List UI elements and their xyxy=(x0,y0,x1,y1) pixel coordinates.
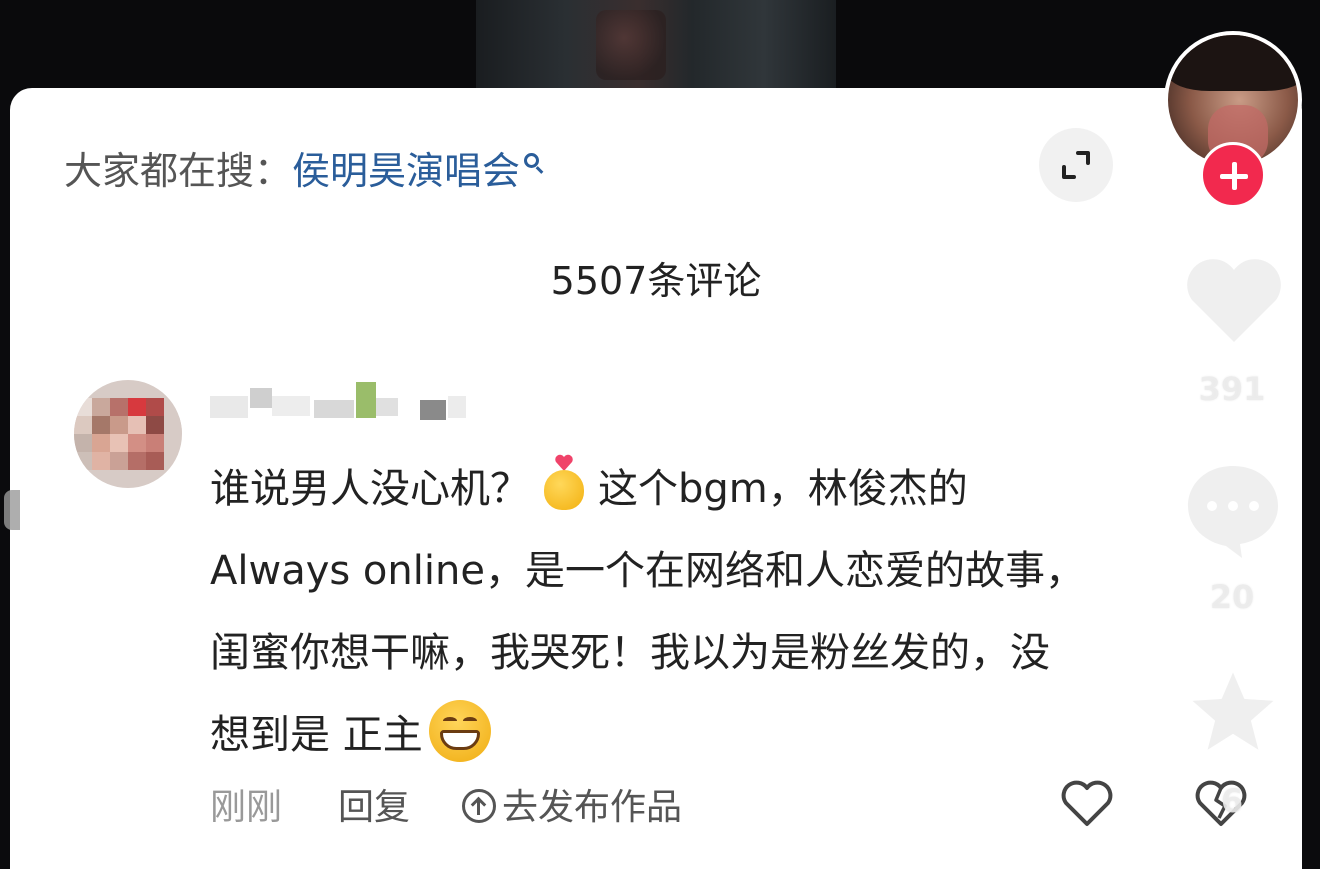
video-comment-bubble-icon[interactable] xyxy=(1182,460,1284,560)
comment-line: 想到是 正主 xyxy=(210,694,1230,776)
left-edge-handle[interactable] xyxy=(4,490,20,530)
comment-text-segment: 谁说男人没心机？ xyxy=(210,466,530,512)
video-like-count: 391 xyxy=(1198,370,1266,408)
grinning-face-emoji-icon xyxy=(428,700,491,762)
comment-panel: 大家都在搜：侯明昊演唱会 5507条评论 谁说男人没心机？ 这个bgm，林俊杰的… xyxy=(10,88,1302,869)
video-background xyxy=(0,0,1320,100)
comment-time: 刚刚 xyxy=(210,787,283,828)
upload-arrow-icon xyxy=(462,789,497,823)
reply-button[interactable]: 回复 xyxy=(338,787,410,828)
comment-line: 闺蜜你想干嘛，我哭死！我以为是粉丝发的，没 xyxy=(210,630,1050,676)
publish-work-button[interactable]: 去发布作品 xyxy=(462,787,682,828)
publish-work-label: 去发布作品 xyxy=(502,787,683,828)
trending-search[interactable]: 大家都在搜：侯明昊演唱会 xyxy=(64,140,540,195)
commenter-username-blurred[interactable] xyxy=(210,380,470,426)
search-icon xyxy=(524,153,540,168)
comment-text-segment: 想到是 正主 xyxy=(210,712,423,758)
expand-button[interactable] xyxy=(1039,128,1113,202)
comment-meta: 刚刚 回复 去发布作品 xyxy=(210,778,682,830)
comment-line: Always online，是一个在网络和人恋爱的故事， xyxy=(210,548,1085,594)
trending-search-prefix: 大家都在搜： xyxy=(64,149,293,193)
video-like-heart-icon[interactable] xyxy=(1184,256,1284,348)
video-favorite-star-icon[interactable] xyxy=(1186,666,1280,756)
follow-plus-button[interactable] xyxy=(1200,142,1266,208)
comment-count-title: 5507条评论 xyxy=(550,259,762,303)
comment-text-segment: 这个bgm，林俊杰的 xyxy=(598,466,968,512)
comment-line: 谁说男人没心机？ 这个bgm，林俊杰的 xyxy=(210,448,1230,530)
comment-body: 谁说男人没心机？ 这个bgm，林俊杰的 Always online，是一个在网络和… xyxy=(210,448,1230,776)
commenter-avatar[interactable] xyxy=(74,380,182,488)
comment-like-heart-icon[interactable] xyxy=(1060,780,1114,828)
finger-heart-emoji-icon xyxy=(542,454,588,512)
video-frame xyxy=(476,0,836,90)
video-dislike-count: 6 xyxy=(1220,782,1244,820)
trending-search-keyword[interactable]: 侯明昊演唱会 xyxy=(292,149,520,193)
expand-icon xyxy=(1062,151,1090,179)
video-comment-count: 20 xyxy=(1209,578,1255,616)
